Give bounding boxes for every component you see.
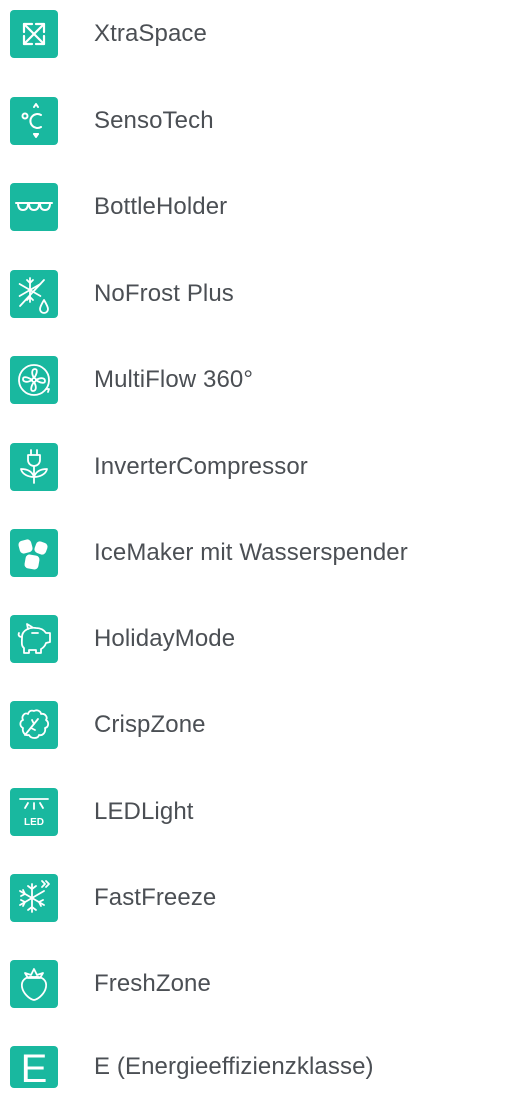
led-icon-text: LED xyxy=(24,817,44,828)
strawberry-icon xyxy=(10,960,58,1008)
feature-item-ledlight: LED LEDLight xyxy=(0,788,510,836)
temperature-celsius-icon xyxy=(10,97,58,145)
piggy-bank-icon xyxy=(10,615,58,663)
feature-label: CrispZone xyxy=(94,711,206,738)
feature-label: BottleHolder xyxy=(94,193,228,220)
feature-label: HolidayMode xyxy=(94,625,236,652)
energy-class-e-icon: E xyxy=(10,1046,58,1091)
bottle-holder-icon xyxy=(10,183,58,231)
no-frost-icon xyxy=(10,270,58,318)
feature-item-bottleholder: BottleHolder xyxy=(0,183,510,231)
ice-cubes-icon xyxy=(10,529,58,577)
feature-item-invertercompressor: InverterCompressor xyxy=(0,443,510,491)
plug-leaf-icon xyxy=(10,443,58,491)
led-light-icon: LED xyxy=(10,788,58,836)
multiflow-fan-icon xyxy=(10,356,58,404)
feature-item-fastfreeze: FastFreeze xyxy=(0,874,510,922)
feature-item-holidaymode: HolidayMode xyxy=(0,615,510,663)
feature-item-energy-class: E E (Energieeffizienzklasse) xyxy=(0,1046,510,1094)
feature-label: InverterCompressor xyxy=(94,453,308,480)
feature-item-crispzone: CrispZone xyxy=(0,701,510,749)
feature-item-icemaker: IceMaker mit Wasserspender xyxy=(0,529,510,577)
feature-label: LEDLight xyxy=(94,798,194,825)
feature-item-sensotech: SensoTech xyxy=(0,97,510,145)
feature-label: MultiFlow 360° xyxy=(94,366,254,393)
feature-label: NoFrost Plus xyxy=(94,280,234,307)
lettuce-icon xyxy=(10,701,58,749)
feature-label: FastFreeze xyxy=(94,884,217,911)
feature-item-nofrost-plus: NoFrost Plus xyxy=(0,270,510,318)
feature-label: FreshZone xyxy=(94,970,211,997)
feature-label: IceMaker mit Wasserspender xyxy=(94,539,408,566)
feature-item-multiflow-360: MultiFlow 360° xyxy=(0,356,510,404)
feature-label: E (Energieeffizienzklasse) xyxy=(94,1053,374,1080)
energy-class-letter: E xyxy=(21,1047,48,1091)
feature-label: XtraSpace xyxy=(94,20,207,47)
feature-item-freshzone: FreshZone xyxy=(0,960,510,1008)
expand-arrows-icon xyxy=(10,10,58,58)
feature-label: SensoTech xyxy=(94,107,214,134)
fast-freeze-snowflake-icon xyxy=(10,874,58,922)
feature-item-xtraspace: XtraSpace xyxy=(0,10,510,58)
